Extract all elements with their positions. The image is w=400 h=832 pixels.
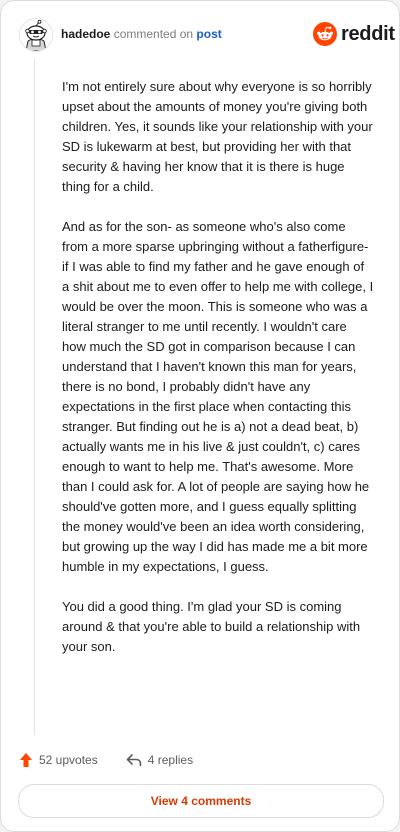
upvote-arrow-icon xyxy=(20,753,32,767)
comment-footer: 52 upvotes 4 replies xyxy=(19,749,193,771)
comment-paragraph: You did a good thing. I'm glad your SD i… xyxy=(62,599,361,654)
upvote-button[interactable]: 52 upvotes xyxy=(19,752,98,768)
reddit-wordmark: reddit xyxy=(341,22,395,45)
reddit-snoo-icon xyxy=(313,22,337,46)
comment-paragraph: And as for the son- as someone who's als… xyxy=(62,219,374,574)
replies-button[interactable]: 4 replies xyxy=(126,753,193,767)
action-text: commented on xyxy=(113,27,194,41)
view-comments-button[interactable]: View 4 comments xyxy=(18,784,384,818)
reddit-logo[interactable]: reddit xyxy=(313,21,395,47)
post-link[interactable]: post xyxy=(196,27,221,41)
user-avatar[interactable] xyxy=(19,18,53,52)
snoo-avatar-icon xyxy=(20,19,52,51)
upvotes-count: 52 upvotes xyxy=(39,753,98,767)
replies-count: 4 replies xyxy=(147,753,194,767)
comment-body: I'm not entirely sure about why everyone… xyxy=(62,77,374,677)
thread-line xyxy=(34,59,35,734)
comment-header: hadedoe commented on post reddit xyxy=(1,1,399,65)
comment-paragraph: I'm not entirely sure about why everyone… xyxy=(62,79,373,194)
comment-meta: hadedoe commented on post xyxy=(61,27,222,41)
comment-card: hadedoe commented on post reddit I'm not… xyxy=(0,0,400,832)
username-link[interactable]: hadedoe xyxy=(61,27,110,41)
reply-arrow-icon xyxy=(126,754,142,767)
